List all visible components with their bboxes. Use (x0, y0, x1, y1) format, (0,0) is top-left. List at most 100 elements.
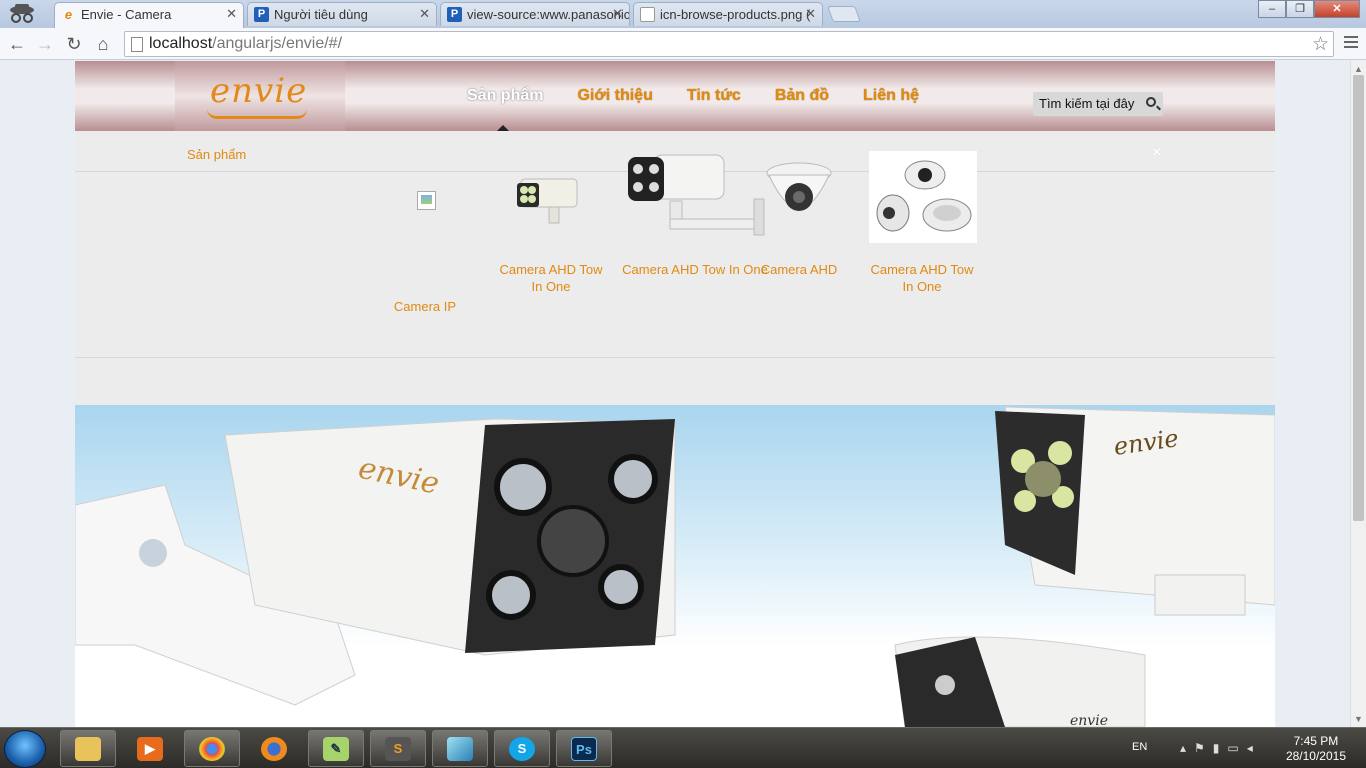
logo-text: envie (210, 71, 308, 111)
close-tab-icon[interactable]: ✕ (612, 6, 623, 22)
camera-product-image (869, 151, 977, 243)
tab-title: Người tiêu dùng (274, 7, 368, 22)
reload-icon[interactable]: ↻ (63, 33, 85, 55)
logo-swoosh (207, 109, 307, 119)
envie-favicon-icon: e (64, 7, 73, 22)
media-player-icon: ▶ (137, 737, 163, 761)
page-favicon-icon (640, 7, 655, 22)
chrome-menu-icon[interactable] (1344, 36, 1358, 51)
close-icon[interactable]: × (1152, 144, 1161, 162)
close-tab-icon[interactable]: ✕ (805, 6, 816, 22)
taskbar-explorer[interactable] (60, 730, 116, 767)
logo[interactable]: envie (175, 61, 345, 131)
product-camera-ip[interactable]: Camera IP (385, 191, 465, 315)
camera-product-image (766, 162, 832, 211)
taskbar-firefox[interactable] (246, 730, 302, 767)
address-bar[interactable]: localhost/angularjs/envie/#/ ☆ (124, 31, 1334, 57)
hero-banner: envie envie envie (75, 405, 1275, 727)
new-tab-button[interactable] (827, 6, 861, 22)
tab-strip: e Envie - Camera ✕ P Người tiêu dùng ✕ P… (0, 0, 1366, 28)
tab-nguoi-tieu-dung[interactable]: P Người tiêu dùng ✕ (247, 2, 437, 26)
incognito-icon (10, 4, 34, 23)
camera-product-image (517, 178, 578, 224)
p-favicon-icon: P (254, 7, 269, 22)
photoshop-icon: Ps (571, 737, 597, 761)
taskbar-app[interactable] (432, 730, 488, 767)
close-window-button[interactable]: ✕ (1314, 0, 1360, 18)
product-title[interactable]: Camera AHD Tow In One (867, 261, 977, 295)
start-button[interactable] (4, 730, 46, 768)
taskbar-sublime[interactable]: S (370, 730, 426, 767)
close-tab-icon[interactable]: ✕ (226, 6, 237, 22)
app-icon (447, 737, 473, 761)
clock[interactable]: 7:45 PM 28/10/2015 (1286, 734, 1346, 764)
chrome-icon (199, 737, 225, 761)
home-icon[interactable]: ⌂ (92, 33, 114, 55)
nav-san-pham[interactable]: Sản phẩm (467, 87, 543, 105)
product-title[interactable]: Camera AHD Tow In One (495, 261, 607, 295)
tab-title: view-source:www.panasonic (467, 7, 630, 22)
scroll-thumb[interactable] (1353, 75, 1364, 521)
products-dropdown: Sản phẩm × Camera IP Camera AHD Tow In O… (75, 131, 1275, 405)
firefox-icon (261, 737, 287, 761)
scroll-down-icon[interactable]: ▼ (1354, 714, 1363, 724)
product-ahd-tow-in-one-3[interactable]: Camera AHD Tow In One (867, 151, 977, 295)
language-indicator[interactable]: EN (1132, 741, 1147, 753)
bookmark-star-icon[interactable]: ☆ (1312, 33, 1329, 56)
tab-view-source[interactable]: P view-source:www.panasonic ✕ (440, 2, 630, 26)
broken-image-icon (417, 191, 436, 210)
banner-brand-text-3: envie (1070, 713, 1108, 727)
main-nav: Sản phẩm Giới thiệu Tin tức Bản đồ Liên … (467, 87, 953, 105)
product-ahd-tow-in-one-2[interactable]: Camera AHD Tow In One (620, 154, 770, 278)
dropdown-divider (75, 357, 1275, 358)
search-icon[interactable] (1146, 97, 1156, 107)
window-controls: – ❐ ✕ (1258, 0, 1360, 18)
skype-icon: S (509, 737, 535, 761)
nav-gioi-thieu[interactable]: Giới thiệu (577, 87, 652, 105)
product-title[interactable]: Camera IP (385, 298, 465, 315)
minimize-button[interactable]: – (1258, 0, 1286, 18)
page-icon (131, 37, 143, 52)
tray-icons[interactable]: ▴⚑▮▭◂ (1180, 741, 1261, 755)
product-title[interactable]: Camera AHD (758, 261, 840, 278)
site-container: envie Sản phẩm Giới thiệu Tin tức Bản đồ… (75, 61, 1275, 727)
camera-banner-image: envie envie envie (75, 406, 1275, 727)
browser-toolbar: ← → ↻ ⌂ localhost/angularjs/envie/#/ ☆ (0, 28, 1366, 60)
nav-lien-he[interactable]: Liên hệ (863, 87, 919, 105)
windows-taskbar: ▶ ✎ S S Ps EN ▴⚑▮▭◂ 7:45 PM 28/10/2015 (0, 727, 1366, 768)
close-tab-icon[interactable]: ✕ (419, 6, 430, 22)
p-favicon-icon: P (447, 7, 462, 22)
clock-time: 7:45 PM (1293, 734, 1339, 748)
taskbar-photoshop[interactable]: Ps (556, 730, 612, 767)
search-box[interactable]: Tìm kiếm tại đây (1033, 92, 1163, 116)
back-arrow-icon[interactable]: ← (6, 33, 28, 55)
search-placeholder: Tìm kiếm tại đây (1039, 96, 1135, 111)
url-path: /angularjs/envie/#/ (212, 35, 343, 52)
nav-tin-tuc[interactable]: Tin tức (687, 87, 741, 105)
tab-title: Envie - Camera (81, 7, 172, 22)
restore-button[interactable]: ❐ (1286, 0, 1314, 18)
site-header: envie Sản phẩm Giới thiệu Tin tức Bản đồ… (75, 61, 1275, 131)
page-scrollbar[interactable]: ▲ ▼ (1350, 61, 1366, 727)
nav-ban-do[interactable]: Bản đồ (775, 87, 829, 105)
camera-product-image (628, 154, 765, 236)
taskbar-chrome[interactable] (184, 730, 240, 767)
page-viewport: envie Sản phẩm Giới thiệu Tin tức Bản đồ… (0, 61, 1350, 727)
notepad-plus-icon: ✎ (323, 737, 349, 761)
taskbar-skype[interactable]: S (494, 730, 550, 767)
tab-icn-browse-products[interactable]: icn-browse-products.png ( ✕ (633, 2, 823, 26)
tab-title: icn-browse-products.png ( (660, 7, 811, 22)
taskbar-notepad-plus[interactable]: ✎ (308, 730, 364, 767)
dropdown-title: Sản phẩm (187, 147, 247, 162)
sublime-icon: S (385, 737, 411, 761)
product-camera-ahd[interactable]: Camera AHD (758, 162, 840, 278)
clock-date: 28/10/2015 (1285, 749, 1346, 763)
product-title[interactable]: Camera AHD Tow In One (620, 261, 770, 278)
folder-icon (75, 737, 101, 761)
scroll-up-icon[interactable]: ▲ (1354, 64, 1363, 74)
forward-arrow-icon[interactable]: → (34, 33, 56, 55)
url-host: localhost (149, 35, 213, 52)
taskbar-media-player[interactable]: ▶ (122, 730, 178, 767)
product-ahd-tow-in-one-1[interactable]: Camera AHD Tow In One (495, 178, 607, 295)
tab-envie-camera[interactable]: e Envie - Camera ✕ (54, 2, 244, 28)
